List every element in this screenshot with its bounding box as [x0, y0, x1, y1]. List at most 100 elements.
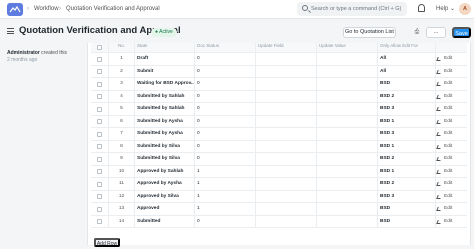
row-state[interactable]: Submit: [135, 65, 195, 77]
row-only-allow-edit-for[interactable]: BSD 3: [378, 128, 436, 140]
table-row[interactable]: 1 Draft 0 All Edit: [91, 53, 467, 66]
row-checkbox[interactable]: [97, 119, 102, 124]
row-update-field[interactable]: [256, 153, 317, 165]
go-to-quotation-list-button[interactable]: Go to Quotation List: [343, 27, 396, 38]
row-edit-button[interactable]: Edit: [436, 103, 467, 115]
row-update-field[interactable]: [256, 178, 317, 190]
row-checkbox[interactable]: [97, 144, 102, 149]
row-state[interactable]: Submitted by Aysha: [135, 128, 195, 140]
avatar[interactable]: A: [459, 3, 471, 15]
select-all-checkbox[interactable]: [97, 45, 102, 50]
row-edit-button[interactable]: Edit: [436, 53, 467, 65]
row-update-field[interactable]: [256, 90, 317, 102]
row-state[interactable]: Submitted: [135, 215, 195, 227]
row-edit-button[interactable]: Edit: [436, 203, 467, 215]
row-update-value[interactable]: [317, 165, 378, 177]
row-doc-status[interactable]: 1: [195, 190, 256, 202]
search-input[interactable]: Search or type a command (Ctrl + G): [297, 2, 407, 16]
row-update-value[interactable]: [317, 140, 378, 152]
row-checkbox[interactable]: [97, 94, 102, 99]
app-logo-icon[interactable]: [7, 3, 23, 16]
row-update-value[interactable]: [317, 103, 378, 115]
table-row[interactable]: 4 Submitted by Sahlah 0 BSD 2 Edit: [91, 90, 467, 103]
row-edit-button[interactable]: Edit: [436, 66, 467, 78]
table-row[interactable]: 8 Submitted by Silva 0 BSD 1 Edit: [91, 140, 467, 153]
table-row[interactable]: 7 Submitted by Aysha 0 BSD 3 Edit: [91, 128, 467, 141]
row-update-field[interactable]: [256, 128, 317, 140]
row-update-field[interactable]: [256, 78, 317, 90]
row-checkbox[interactable]: [97, 194, 102, 199]
row-only-allow-edit-for[interactable]: BSD 2: [378, 90, 436, 102]
row-update-value[interactable]: [317, 203, 378, 215]
row-edit-button[interactable]: Edit: [436, 141, 467, 153]
row-only-allow-edit-for[interactable]: BSD: [378, 78, 436, 90]
row-update-field[interactable]: [256, 103, 317, 115]
row-checkbox[interactable]: [97, 219, 102, 224]
table-row[interactable]: 9 Submitted by Silva 0 BSD 2 Edit: [91, 153, 467, 166]
row-update-field[interactable]: [256, 65, 317, 77]
help-menu[interactable]: Help ⌄: [436, 4, 455, 14]
row-update-value[interactable]: [317, 215, 378, 227]
add-row-button[interactable]: Add Row: [94, 238, 120, 247]
row-checkbox[interactable]: [97, 169, 102, 174]
row-edit-button[interactable]: Edit: [436, 128, 467, 140]
row-only-allow-edit-for[interactable]: BSD 1: [378, 115, 436, 127]
table-row[interactable]: 13 Approved 1 BSD Edit: [91, 203, 467, 216]
row-only-allow-edit-for[interactable]: BSD 1: [378, 140, 436, 152]
row-only-allow-edit-for[interactable]: All: [378, 65, 436, 77]
row-edit-button[interactable]: Edit: [436, 166, 467, 178]
row-checkbox[interactable]: [97, 156, 102, 162]
row-doc-status[interactable]: 0: [195, 65, 256, 77]
row-edit-button[interactable]: Edit: [436, 91, 467, 103]
row-only-allow-edit-for[interactable]: BSD: [378, 215, 436, 227]
row-edit-button[interactable]: Edit: [436, 153, 467, 165]
row-doc-status[interactable]: 0: [195, 115, 256, 127]
row-doc-status[interactable]: 0: [195, 140, 256, 152]
sidebar-toggle-icon[interactable]: [7, 28, 14, 34]
created-by-user[interactable]: Administrator: [7, 50, 40, 56]
row-state[interactable]: Submitted by Silva: [135, 140, 195, 152]
row-update-field[interactable]: [256, 165, 317, 177]
print-icon[interactable]: ⎙: [412, 27, 422, 38]
row-update-value[interactable]: [317, 78, 378, 90]
row-checkbox[interactable]: [97, 56, 102, 62]
notification-bell-icon[interactable]: [418, 4, 425, 12]
row-doc-status[interactable]: 0: [195, 53, 256, 65]
row-state[interactable]: Approved: [135, 203, 195, 215]
breadcrumb-current[interactable]: Quotation Verification and Approval: [66, 4, 160, 14]
table-row[interactable]: 12 Approved by Silva 1 BSD 3 Edit: [91, 190, 467, 203]
row-only-allow-edit-for[interactable]: BSD 2: [378, 153, 436, 165]
row-edit-button[interactable]: Edit: [436, 78, 467, 90]
table-row[interactable]: 3 Waiting for BSD Approv... 0 BSD Edit: [91, 78, 467, 91]
row-update-value[interactable]: [317, 128, 378, 140]
table-row[interactable]: 2 Submit 0 All Edit: [91, 65, 467, 78]
row-checkbox[interactable]: [97, 81, 102, 87]
row-only-allow-edit-for[interactable]: All: [378, 53, 436, 65]
row-update-value[interactable]: [317, 90, 378, 102]
row-checkbox[interactable]: [97, 181, 102, 187]
row-doc-status[interactable]: 0: [195, 215, 256, 227]
row-update-value[interactable]: [317, 53, 378, 65]
row-edit-button[interactable]: Edit: [436, 116, 467, 128]
row-only-allow-edit-for[interactable]: BSD 2: [378, 178, 436, 190]
row-only-allow-edit-for[interactable]: BSD 1: [378, 165, 436, 177]
row-only-allow-edit-for[interactable]: BSD 3: [378, 103, 436, 115]
table-row[interactable]: 5 Submitted by Sahlah 0 BSD 3 Edit: [91, 103, 467, 116]
row-only-allow-edit-for[interactable]: BSD 3: [378, 190, 436, 202]
row-checkbox[interactable]: [97, 131, 102, 137]
row-doc-status[interactable]: 1: [195, 165, 256, 177]
breadcrumb-workflow[interactable]: Workflow: [34, 4, 59, 14]
row-doc-status[interactable]: 1: [195, 203, 256, 215]
table-row[interactable]: 6 Submitted by Aysha 0 BSD 1 Edit: [91, 115, 467, 128]
more-actions-button[interactable]: ...: [426, 27, 446, 38]
row-update-value[interactable]: [317, 115, 378, 127]
row-edit-button[interactable]: Edit: [436, 191, 467, 203]
row-doc-status[interactable]: 1: [195, 178, 256, 190]
row-state[interactable]: Approved by Aysha: [135, 178, 195, 190]
row-checkbox[interactable]: [97, 69, 102, 74]
row-state[interactable]: Draft: [135, 53, 195, 65]
row-state[interactable]: Approved by Sahlah: [135, 165, 195, 177]
row-doc-status[interactable]: 0: [195, 90, 256, 102]
row-only-allow-edit-for[interactable]: BSD: [378, 203, 436, 215]
row-state[interactable]: Submitted by Aysha: [135, 115, 195, 127]
